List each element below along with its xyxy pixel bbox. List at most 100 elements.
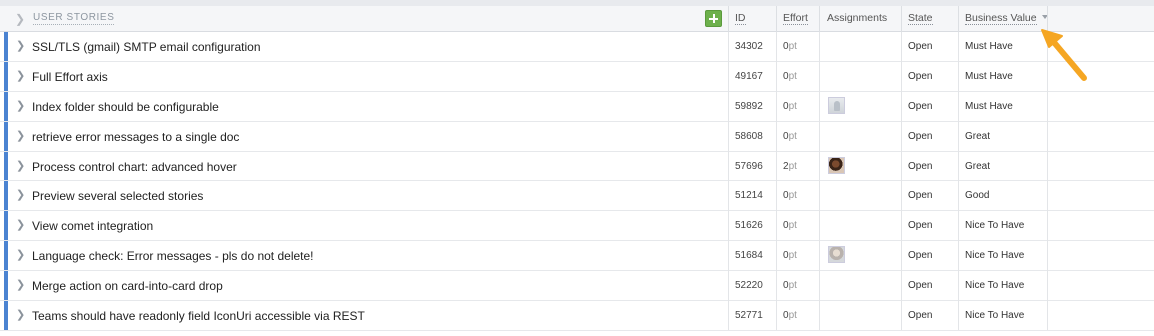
assignee-avatar[interactable] (828, 246, 845, 264)
effort-unit: pt (788, 41, 797, 52)
story-row[interactable]: ❯ Preview several selected stories 51214… (0, 181, 1154, 212)
story-business-value[interactable]: Nice To Have (965, 220, 1024, 231)
column-divider (958, 6, 959, 32)
story-state[interactable]: Open (908, 71, 932, 82)
chevron-right-icon[interactable]: ❯ (16, 279, 25, 291)
story-name[interactable]: View comet integration (32, 219, 153, 233)
entity-color-bar (4, 121, 8, 151)
story-id: 57696 (735, 160, 763, 172)
add-story-button[interactable] (705, 10, 722, 27)
story-effort[interactable]: 0pt (783, 280, 797, 291)
story-name[interactable]: Language check: Error messages - pls do … (32, 249, 314, 263)
chevron-right-icon[interactable]: ❯ (16, 100, 25, 112)
story-row[interactable]: ❯ retrieve error messages to a single do… (0, 121, 1154, 152)
story-state[interactable]: Open (908, 190, 932, 201)
story-effort[interactable]: 0pt (783, 131, 797, 142)
entity-color-bar (4, 91, 8, 121)
story-state[interactable]: Open (908, 41, 932, 52)
entity-color-bar (4, 32, 8, 61)
story-state[interactable]: Open (908, 280, 932, 291)
story-business-value[interactable]: Must Have (965, 41, 1013, 52)
chevron-right-icon[interactable]: ❯ (16, 189, 25, 201)
story-business-value[interactable]: Nice To Have (965, 250, 1024, 261)
story-business-value[interactable]: Great (965, 131, 990, 142)
story-state[interactable]: Open (908, 131, 932, 142)
story-effort[interactable]: 0pt (783, 101, 797, 112)
chevron-right-icon[interactable]: ❯ (16, 249, 25, 261)
chevron-right-icon[interactable]: ❯ (16, 130, 25, 142)
story-state[interactable]: Open (908, 101, 932, 112)
story-name[interactable]: Merge action on card-into-card drop (32, 279, 223, 293)
story-name[interactable]: Teams should have readonly field IconUri… (32, 309, 365, 323)
story-id: 51626 (735, 220, 763, 232)
chevron-right-icon[interactable]: ❯ (16, 219, 25, 231)
story-state[interactable]: Open (908, 310, 932, 321)
column-header-business-value[interactable]: Business Value (965, 12, 1048, 31)
story-row[interactable]: ❯ Language check: Error messages - pls d… (0, 241, 1154, 272)
column-divider (901, 6, 902, 32)
chevron-right-icon[interactable]: ❯ (16, 70, 25, 82)
story-name[interactable]: Process control chart: advanced hover (32, 160, 237, 174)
chevron-right-icon[interactable]: ❯ (15, 12, 25, 26)
entity-color-bar (4, 211, 8, 241)
entity-color-bar (4, 301, 8, 330)
story-id: 34302 (735, 41, 763, 52)
story-name[interactable]: Index folder should be configurable (32, 100, 219, 114)
entity-color-bar (4, 181, 8, 211)
chevron-right-icon[interactable]: ❯ (16, 309, 25, 321)
story-business-value[interactable]: Nice To Have (965, 310, 1024, 321)
column-divider (819, 6, 820, 32)
chevron-right-icon[interactable]: ❯ (16, 40, 25, 52)
column-header-state[interactable]: State (908, 12, 933, 31)
story-business-value[interactable]: Nice To Have (965, 280, 1024, 291)
story-effort[interactable]: 0pt (783, 310, 797, 321)
story-business-value[interactable]: Great (965, 161, 990, 172)
story-row[interactable]: ❯ SSL/TLS (gmail) SMTP email configurati… (0, 32, 1154, 62)
story-id: 52771 (735, 310, 763, 322)
chevron-right-icon[interactable]: ❯ (16, 160, 25, 172)
story-row[interactable]: ❯ Merge action on card-into-card drop 52… (0, 271, 1154, 302)
story-id: 58608 (735, 130, 763, 142)
story-business-value[interactable]: Must Have (965, 101, 1013, 112)
story-business-value[interactable]: Must Have (965, 71, 1013, 82)
entity-color-bar (4, 61, 8, 91)
story-effort[interactable]: 0pt (783, 250, 797, 261)
effort-unit: pt (788, 130, 797, 142)
entity-color-bar (4, 151, 8, 181)
story-effort[interactable]: 0pt (783, 71, 797, 82)
story-state[interactable]: Open (908, 220, 932, 231)
story-business-value[interactable]: Good (965, 190, 989, 201)
story-id: 52220 (735, 280, 763, 292)
story-effort[interactable]: 0pt (783, 220, 797, 231)
column-header-assignments[interactable]: Assignments (827, 12, 887, 31)
story-row[interactable]: ❯ Teams should have readonly field IconU… (0, 301, 1154, 331)
story-name[interactable]: Full Effort axis (32, 70, 108, 84)
list-title[interactable]: USER STORIES (33, 12, 115, 25)
story-row[interactable]: ❯ Full Effort axis 49167 0pt Open Must H… (0, 61, 1154, 92)
effort-unit: pt (788, 220, 797, 232)
story-state[interactable]: Open (908, 250, 932, 261)
assignee-avatar[interactable] (828, 96, 845, 114)
story-effort[interactable]: 0pt (783, 190, 797, 201)
column-divider (776, 32, 777, 330)
story-row[interactable]: ❯ Process control chart: advanced hover … (0, 151, 1154, 182)
column-divider (819, 32, 820, 330)
story-effort[interactable]: 2pt (783, 161, 797, 172)
effort-unit: pt (788, 250, 797, 262)
effort-unit: pt (788, 70, 797, 82)
story-row[interactable]: ❯ Index folder should be configurable 59… (0, 91, 1154, 122)
story-name[interactable]: retrieve error messages to a single doc (32, 130, 239, 144)
story-state[interactable]: Open (908, 161, 932, 172)
column-divider (901, 32, 902, 330)
column-header-id[interactable]: ID (735, 12, 746, 31)
column-divider (728, 32, 729, 330)
story-name[interactable]: SSL/TLS (gmail) SMTP email configuration (32, 40, 261, 54)
story-effort[interactable]: 0pt (783, 41, 797, 52)
column-divider (728, 6, 729, 32)
story-name[interactable]: Preview several selected stories (32, 189, 203, 203)
column-header-effort[interactable]: Effort (783, 12, 808, 31)
story-row[interactable]: ❯ View comet integration 51626 0pt Open … (0, 211, 1154, 242)
assignee-avatar[interactable] (828, 156, 845, 174)
effort-unit: pt (788, 310, 797, 322)
effort-unit: pt (788, 280, 797, 292)
